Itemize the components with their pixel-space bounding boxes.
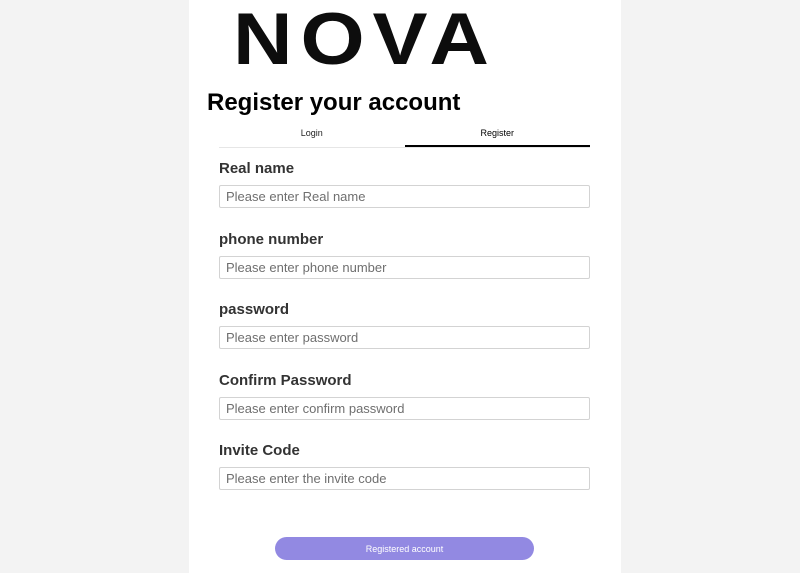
- password-field: password: [219, 301, 590, 349]
- page-title: Register your account: [207, 89, 461, 116]
- real-name-input[interactable]: [219, 185, 590, 208]
- real-name-label: Real name: [219, 160, 295, 177]
- confirm-password-input[interactable]: [219, 397, 590, 420]
- real-name-field: Real name: [219, 160, 590, 208]
- invite-code-field: Invite Code: [219, 442, 590, 490]
- tab-login[interactable]: Login: [219, 121, 405, 147]
- register-page: NOVA Register your account Login Registe…: [189, 0, 621, 573]
- confirm-password-field: Confirm Password: [219, 372, 590, 420]
- password-input[interactable]: [219, 326, 590, 349]
- auth-tabs: Login Register: [219, 121, 590, 148]
- password-label: password: [219, 301, 290, 318]
- invite-code-label: Invite Code: [219, 442, 300, 459]
- tab-register[interactable]: Register: [404, 121, 590, 147]
- phone-number-input[interactable]: [219, 256, 590, 279]
- nova-logo: NOVA: [233, 0, 497, 80]
- invite-code-input[interactable]: [219, 467, 590, 490]
- register-account-button[interactable]: Registered account: [275, 537, 534, 560]
- phone-number-label: phone number: [219, 231, 324, 248]
- confirm-password-label: Confirm Password: [219, 372, 352, 389]
- phone-number-field: phone number: [219, 231, 590, 279]
